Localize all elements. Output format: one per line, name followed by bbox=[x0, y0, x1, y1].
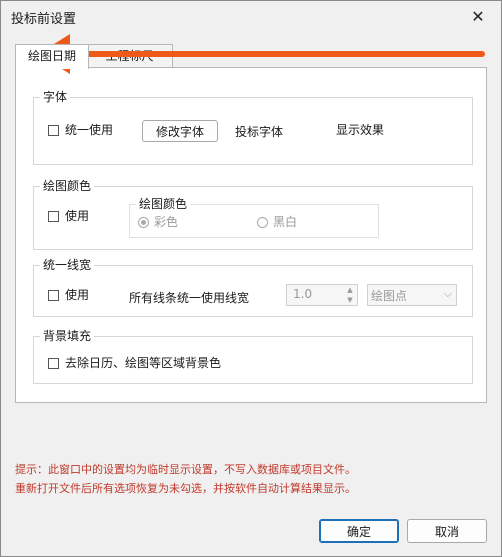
remove-bg-checkbox[interactable] bbox=[48, 358, 59, 369]
use-color-label: 使用 bbox=[65, 209, 90, 223]
use-linewidth-checkbox[interactable] bbox=[48, 290, 59, 301]
font-group: 字体 统一使用 修改字体 投标字体 显示效果 bbox=[33, 89, 473, 165]
tab-label: 绘图日期 bbox=[27, 49, 76, 63]
color-subgroup-title: 绘图颜色 bbox=[136, 196, 191, 212]
close-icon: ✕ bbox=[471, 6, 485, 26]
close-button[interactable]: ✕ bbox=[455, 1, 501, 31]
chevron-down-icon: ⌵ bbox=[443, 287, 452, 300]
font-group-title: 字体 bbox=[40, 89, 71, 105]
font-preview: 显示效果 bbox=[330, 120, 462, 142]
unify-font-checkbox[interactable] bbox=[48, 125, 59, 136]
linewidth-spinbox[interactable]: 1.0 ▲ ▼ bbox=[286, 284, 358, 306]
unit-value: 绘图点 bbox=[371, 289, 408, 303]
tab-project-ruler[interactable]: 工程标尺 bbox=[86, 44, 173, 67]
all-lines-label: 所有线条统一使用线宽 bbox=[129, 291, 250, 305]
cancel-button[interactable]: 取消 bbox=[407, 519, 487, 543]
color-group-title: 绘图颜色 bbox=[40, 178, 95, 194]
radio-bw[interactable] bbox=[257, 217, 268, 228]
use-color-checkbox[interactable] bbox=[48, 211, 59, 222]
ok-button[interactable]: 确定 bbox=[319, 519, 399, 543]
unify-font-label: 统一使用 bbox=[65, 123, 114, 137]
radio-bw-label: 黑白 bbox=[273, 215, 298, 229]
notice-line-2: 重新打开文件后所有选项恢复为未勾选，并按软件自动计算结果显示。 bbox=[15, 482, 356, 495]
linewidth-group: 统一线宽 使用 所有线条统一使用线宽 1.0 ▲ ▼ 绘图点 ⌵ bbox=[33, 257, 473, 317]
bid-font-label: 投标字体 bbox=[235, 125, 284, 139]
remove-bg-label: 去除日历、绘图等区域背景色 bbox=[65, 356, 222, 370]
dialog-window: 投标前设置 ✕ 绘图日期 工程标尺 字体 统一使用 修改字体 投标字体 显示效果… bbox=[0, 0, 502, 557]
tab-panel: 字体 统一使用 修改字体 投标字体 显示效果 绘图颜色 使用 绘图颜色 彩色 黑… bbox=[15, 67, 487, 403]
modify-font-button[interactable]: 修改字体 bbox=[142, 120, 218, 142]
use-linewidth-label: 使用 bbox=[65, 288, 90, 302]
radio-color-label: 彩色 bbox=[154, 215, 179, 229]
notice-line-1: 提示：此窗口中的设置均为临时显示设置，不写入数据库或项目文件。 bbox=[15, 463, 356, 476]
radio-color[interactable] bbox=[138, 217, 149, 228]
tab-drawing-date[interactable]: 绘图日期 bbox=[15, 44, 89, 69]
spin-down-icon[interactable]: ▼ bbox=[343, 295, 357, 305]
title-bar: 投标前设置 ✕ bbox=[1, 1, 501, 31]
color-group: 绘图颜色 使用 绘图颜色 彩色 黑白 bbox=[33, 178, 473, 250]
window-title: 投标前设置 bbox=[11, 12, 77, 27]
linewidth-group-title: 统一线宽 bbox=[40, 257, 95, 273]
color-subgroup: 绘图颜色 彩色 黑白 bbox=[129, 196, 379, 238]
tab-label: 工程标尺 bbox=[105, 49, 154, 63]
unit-select[interactable]: 绘图点 ⌵ bbox=[367, 284, 457, 306]
background-group: 背景填充 去除日历、绘图等区域背景色 bbox=[33, 328, 473, 384]
background-group-title: 背景填充 bbox=[40, 328, 95, 344]
spin-up-icon[interactable]: ▲ bbox=[343, 285, 357, 295]
linewidth-value: 1.0 bbox=[293, 287, 313, 301]
